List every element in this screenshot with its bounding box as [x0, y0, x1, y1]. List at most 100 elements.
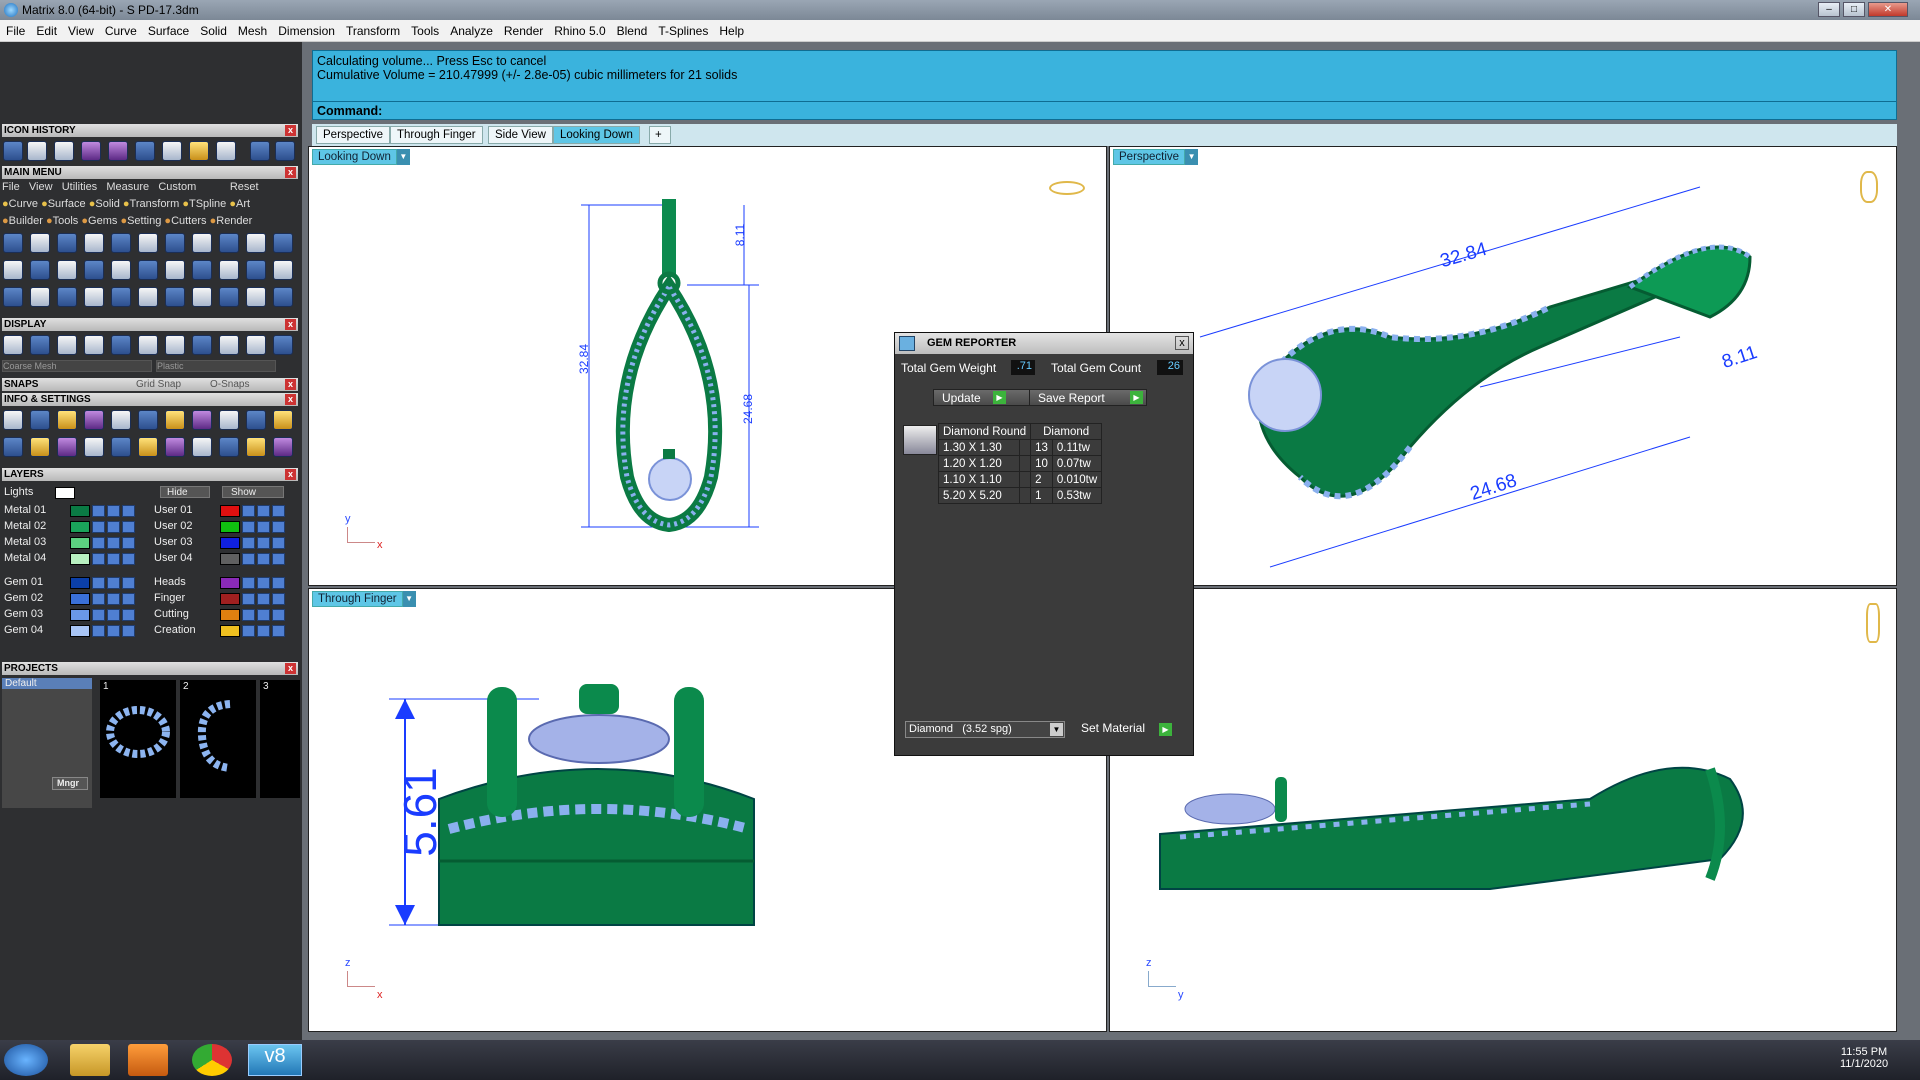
menu-mesh[interactable]: Mesh — [232, 20, 272, 38]
forward-arrow-icon[interactable] — [275, 141, 295, 161]
tool-icon[interactable] — [246, 335, 266, 355]
layer-toggle-icon[interactable] — [92, 505, 105, 517]
layer-label[interactable]: User 02 — [154, 520, 193, 532]
tool-icon[interactable] — [246, 437, 266, 457]
tool-icon[interactable] — [30, 233, 50, 253]
tool-icon[interactable] — [138, 410, 158, 430]
layer-label[interactable]: Cutting — [154, 608, 189, 620]
mm-solid[interactable]: Solid — [95, 198, 119, 210]
close-icon[interactable]: x — [285, 125, 296, 136]
tab-perspective[interactable]: Perspective — [316, 126, 391, 144]
layer-toggle-icon[interactable] — [107, 625, 120, 637]
menu-blend[interactable]: Blend — [611, 20, 653, 38]
layer-color-swatch[interactable] — [220, 625, 240, 637]
menu-rhino[interactable]: Rhino 5.0 — [548, 20, 610, 38]
tool-icon[interactable] — [3, 410, 23, 430]
layer-color-swatch[interactable] — [220, 553, 240, 565]
tool-icon[interactable] — [57, 410, 77, 430]
layer-toggle-icon[interactable] — [107, 553, 120, 565]
tab-side-view[interactable]: Side View — [488, 126, 553, 144]
osnaps-toggle[interactable]: O-Snaps — [210, 378, 249, 391]
mm-tspline[interactable]: TSpline — [189, 198, 226, 210]
hide-button[interactable]: Hide — [160, 486, 210, 498]
mm-art[interactable]: Art — [236, 198, 250, 210]
tool-icon[interactable] — [111, 260, 131, 280]
layer-label[interactable]: Gem 02 — [4, 592, 43, 604]
layer-color-swatch[interactable] — [220, 577, 240, 589]
menu-curve[interactable]: Curve — [99, 20, 142, 38]
matrix-taskbar-icon[interactable]: v8 — [248, 1044, 302, 1076]
layer-color-swatch[interactable] — [220, 521, 240, 533]
layer-toggle-icon[interactable] — [92, 593, 105, 605]
layer-toggle-icon[interactable] — [92, 521, 105, 533]
back-arrow-icon[interactable] — [250, 141, 270, 161]
mm-tools[interactable]: Tools — [53, 215, 79, 227]
show-button[interactable]: Show — [222, 486, 284, 498]
close-button[interactable]: ✕ — [1868, 2, 1908, 17]
system-clock[interactable]: 11:55 PM 11/1/2020 — [1840, 1046, 1888, 1070]
layer-toggle-icon[interactable] — [272, 553, 285, 565]
layer-label[interactable]: Metal 04 — [4, 552, 46, 564]
tool-icon[interactable] — [219, 260, 239, 280]
menu-edit[interactable]: Edit — [30, 20, 62, 38]
layer-toggle-icon[interactable] — [242, 553, 255, 565]
history-icon-7[interactable] — [162, 141, 182, 161]
tool-icon[interactable] — [138, 335, 158, 355]
project-thumb-1[interactable]: 1 — [100, 680, 176, 798]
tool-icon[interactable] — [273, 410, 293, 430]
tool-icon[interactable] — [273, 437, 293, 457]
tool-icon[interactable] — [84, 437, 104, 457]
layer-toggle-icon[interactable] — [107, 521, 120, 533]
layer-toggle-icon[interactable] — [257, 609, 270, 621]
tool-icon[interactable] — [273, 260, 293, 280]
layer-toggle-icon[interactable] — [257, 625, 270, 637]
material-select[interactable]: Diamond (3.52 spg) ▼ — [905, 721, 1065, 738]
layer-toggle-icon[interactable] — [107, 577, 120, 589]
layer-color-swatch[interactable] — [70, 553, 90, 565]
layer-color-swatch[interactable] — [70, 625, 90, 637]
layer-color-swatch[interactable] — [220, 593, 240, 605]
layer-toggle-icon[interactable] — [257, 521, 270, 533]
tool-icon[interactable] — [192, 260, 212, 280]
mm-file[interactable]: File — [2, 181, 20, 193]
layer-toggle-icon[interactable] — [272, 625, 285, 637]
tool-icon[interactable] — [30, 437, 50, 457]
close-icon[interactable]: x — [1175, 336, 1189, 350]
layer-label[interactable]: User 04 — [154, 552, 193, 564]
layer-label[interactable]: User 01 — [154, 504, 193, 516]
layer-color-swatch[interactable] — [220, 505, 240, 517]
close-icon[interactable]: x — [285, 663, 296, 674]
grid-snap-toggle[interactable]: Grid Snap — [136, 378, 181, 391]
lights-swatch[interactable] — [55, 487, 75, 499]
layer-toggle-icon[interactable] — [122, 553, 135, 565]
manager-button[interactable]: Mngr — [52, 777, 88, 790]
layer-toggle-icon[interactable] — [272, 593, 285, 605]
tool-icon[interactable] — [84, 260, 104, 280]
tool-icon[interactable] — [84, 410, 104, 430]
menu-help[interactable]: Help — [713, 20, 749, 38]
tool-icon[interactable] — [57, 233, 77, 253]
mm-setting[interactable]: Setting — [127, 215, 161, 227]
menu-surface[interactable]: Surface — [142, 20, 194, 38]
maximize-button[interactable]: □ — [1843, 2, 1865, 17]
layer-label[interactable]: Heads — [154, 576, 186, 588]
close-icon[interactable]: x — [285, 469, 296, 480]
tool-icon[interactable] — [84, 335, 104, 355]
layer-toggle-icon[interactable] — [257, 577, 270, 589]
viewport-side-view[interactable]: z y — [1109, 588, 1897, 1032]
mm-custom[interactable]: Custom — [158, 181, 196, 193]
add-tab-button[interactable]: + — [649, 126, 671, 144]
tool-icon[interactable] — [138, 287, 158, 307]
tool-icon[interactable] — [165, 437, 185, 457]
material-dropdown[interactable]: Plastic — [156, 360, 276, 372]
layer-toggle-icon[interactable] — [242, 537, 255, 549]
mm-surface[interactable]: Surface — [48, 198, 86, 210]
tool-icon[interactable] — [3, 437, 23, 457]
layer-label[interactable]: Creation — [154, 624, 196, 636]
tool-icon[interactable] — [138, 437, 158, 457]
tool-icon[interactable] — [111, 437, 131, 457]
layer-toggle-icon[interactable] — [107, 609, 120, 621]
play-icon[interactable]: ▶ — [1130, 391, 1143, 404]
layer-toggle-icon[interactable] — [92, 553, 105, 565]
layer-color-swatch[interactable] — [220, 609, 240, 621]
